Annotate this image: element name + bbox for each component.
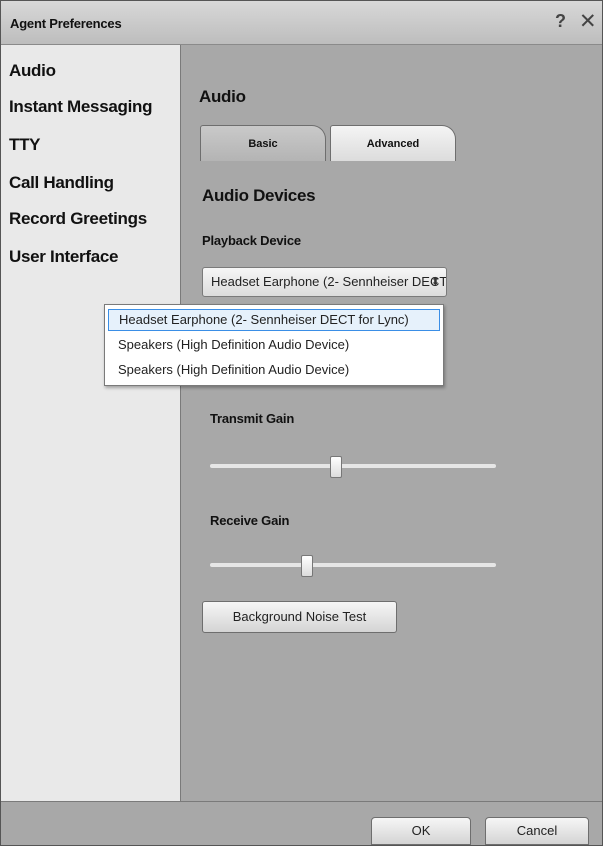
- dropdown-option-speakers-1[interactable]: Speakers (High Definition Audio Device): [108, 335, 440, 357]
- window-title: Agent Preferences: [10, 16, 122, 31]
- transmit-gain-track: [210, 464, 496, 468]
- receive-gain-label: Receive Gain: [210, 513, 290, 528]
- help-icon[interactable]: ?: [555, 11, 566, 32]
- sidebar-item-tty[interactable]: TTY: [9, 135, 41, 155]
- ok-button[interactable]: OK: [371, 817, 471, 845]
- main-panel: Audio Basic Advanced Audio Devices Playb…: [182, 45, 602, 801]
- playback-device-label: Playback Device: [202, 233, 301, 248]
- agent-preferences-dialog: Agent Preferences ? ✕ Audio Instant Mess…: [0, 0, 603, 846]
- sidebar-item-call-handling[interactable]: Call Handling: [9, 173, 114, 193]
- title-bar: Agent Preferences ? ✕: [1, 1, 602, 45]
- cancel-button[interactable]: Cancel: [485, 817, 589, 845]
- transmit-gain-label: Transmit Gain: [210, 411, 295, 426]
- audio-devices-title: Audio Devices: [202, 186, 316, 205]
- receive-gain-slider[interactable]: [210, 555, 496, 577]
- transmit-gain-thumb[interactable]: [329, 456, 342, 478]
- receive-gain-thumb[interactable]: [301, 555, 314, 577]
- playback-device-dropdown-list: Headset Earphone (2- Sennheiser DECT for…: [104, 304, 444, 386]
- transmit-gain-slider[interactable]: [210, 456, 496, 478]
- footer: OK Cancel: [1, 801, 602, 845]
- tab-basic[interactable]: Basic: [200, 125, 326, 161]
- section-title-audio: Audio: [199, 87, 246, 106]
- receive-gain-track: [210, 563, 496, 567]
- close-icon[interactable]: ✕: [579, 9, 597, 34]
- tab-advanced[interactable]: Advanced: [330, 125, 456, 161]
- playback-device-value: Headset Earphone (2- Sennheiser DECT for…: [211, 274, 447, 289]
- sidebar: Audio Instant Messaging TTY Call Handlin…: [1, 45, 181, 801]
- sidebar-item-audio[interactable]: Audio: [9, 61, 56, 81]
- sidebar-item-record-greetings[interactable]: Record Greetings: [9, 209, 147, 229]
- dropdown-option-speakers-2[interactable]: Speakers (High Definition Audio Device): [108, 360, 440, 382]
- sidebar-item-instant-messaging[interactable]: Instant Messaging: [9, 97, 153, 117]
- background-noise-test-button[interactable]: Background Noise Test: [202, 601, 397, 633]
- playback-device-select[interactable]: Headset Earphone (2- Sennheiser DECT for…: [202, 267, 447, 297]
- sidebar-item-user-interface[interactable]: User Interface: [9, 247, 119, 267]
- dropdown-option-headset[interactable]: Headset Earphone (2- Sennheiser DECT for…: [108, 309, 440, 331]
- up-down-chevron-icon: ⬍: [430, 276, 440, 288]
